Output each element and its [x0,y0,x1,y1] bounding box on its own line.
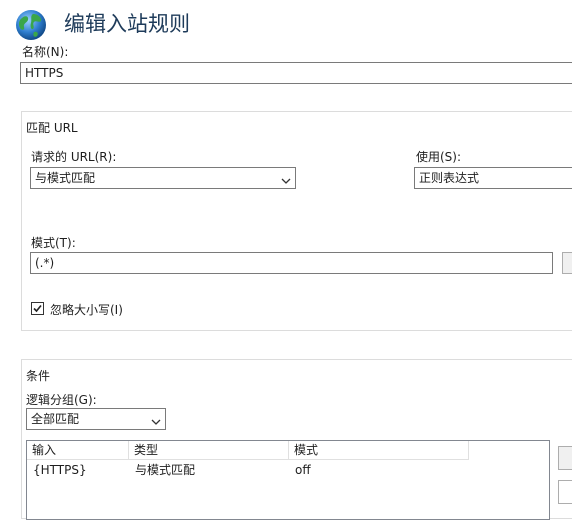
logical-grouping-label: 逻辑分组(G): [26,393,97,407]
requested-url-value: 与模式匹配 [35,171,96,185]
test-pattern-button[interactable] [562,252,572,274]
pattern-input[interactable]: (.*) [30,252,553,274]
logical-grouping-select[interactable]: 全部匹配 [26,408,166,430]
match-url-group [21,111,572,331]
name-label: 名称(N): [22,45,69,59]
ignore-case-checkbox[interactable] [31,302,44,315]
using-select[interactable]: 正则表达式 [414,167,572,189]
cell-input: {HTTPS} [33,463,87,477]
column-header-input[interactable]: 输入 [27,441,129,460]
requested-url-label: 请求的 URL(R): [31,150,117,164]
column-header-type[interactable]: 类型 [129,441,289,460]
conditions-legend: 条件 [26,369,51,383]
globe-icon [14,8,48,42]
using-label: 使用(S): [416,150,462,164]
page-title: 编辑入站规则 [64,12,190,36]
logical-grouping-value: 全部匹配 [31,412,80,426]
table-row[interactable]: {HTTPS} 与模式匹配 off [27,461,549,479]
chevron-down-icon [281,173,291,184]
cell-type: 与模式匹配 [135,463,196,477]
checkmark-icon [33,304,42,313]
name-input[interactable]: HTTPS [20,62,572,84]
conditions-table[interactable]: 输入 类型 模式 {HTTPS} 与模式匹配 off [26,440,550,520]
edit-condition-button[interactable] [558,480,572,504]
cell-pattern: off [295,463,311,477]
add-condition-button[interactable] [558,446,572,470]
using-value: 正则表达式 [419,171,480,185]
ignore-case-label: 忽略大小写(I) [50,303,123,317]
match-url-legend: 匹配 URL [26,121,78,135]
column-header-pattern[interactable]: 模式 [289,441,469,460]
chevron-down-icon [151,414,161,425]
requested-url-select[interactable]: 与模式匹配 [30,167,296,189]
pattern-label: 模式(T): [31,236,76,250]
